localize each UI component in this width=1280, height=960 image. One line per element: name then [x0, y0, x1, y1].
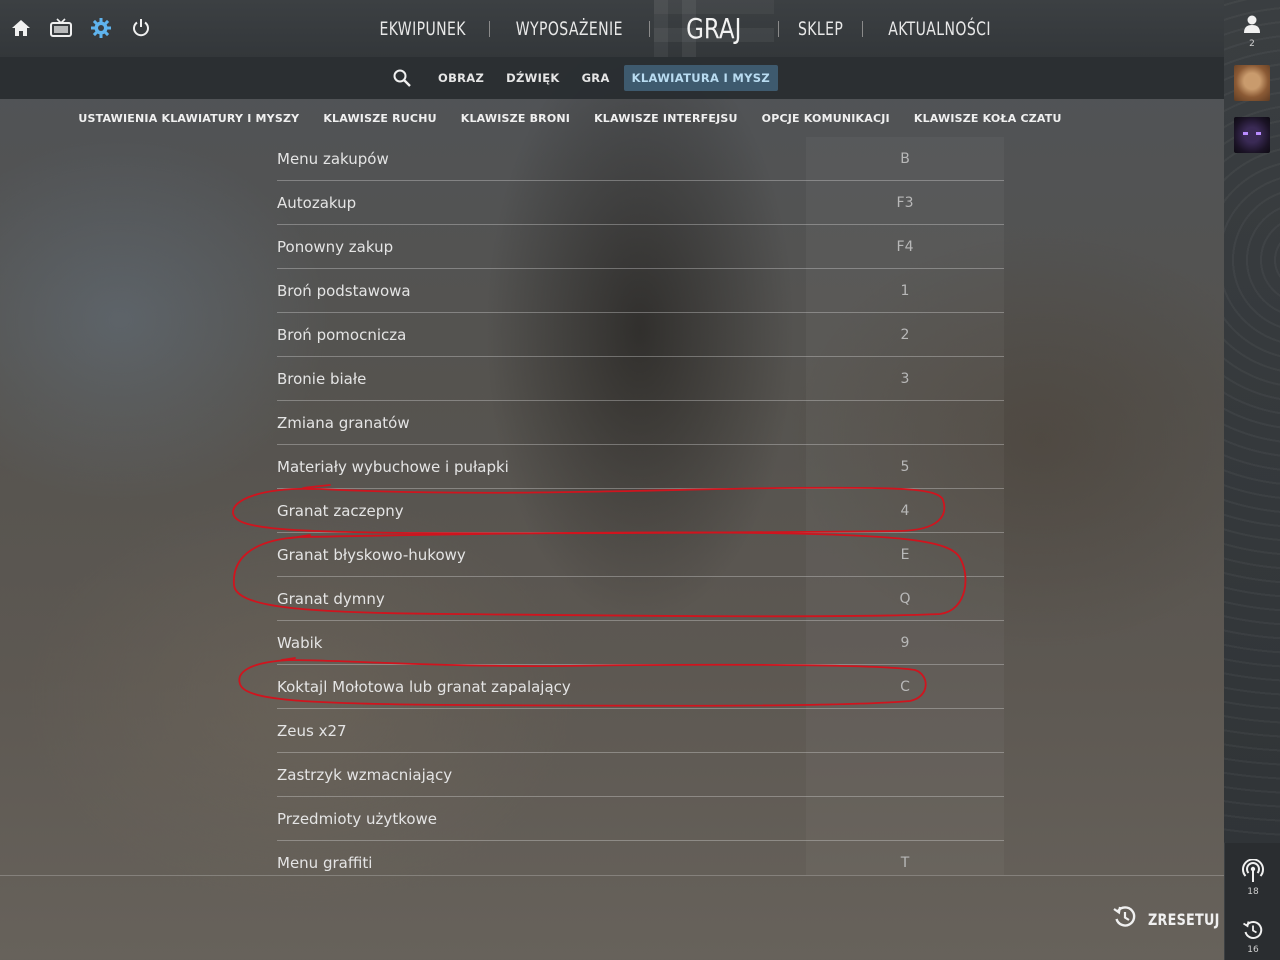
nav-separator — [489, 20, 491, 37]
binding-row: Bronie białe 3 — [277, 357, 1004, 401]
binding-label: Zmiana granatów — [277, 413, 410, 432]
category-movement-keys[interactable]: KLAWISZE RUCHU — [323, 112, 436, 125]
nav-store[interactable]: SKLEP — [790, 18, 852, 40]
person-icon — [1244, 15, 1260, 33]
left-icon-group — [10, 17, 152, 39]
binding-row: Zeus x27 — [277, 709, 1004, 753]
binding-category-bar: USTAWIENIA KLAWIATURY I MYSZY KLAWISZE R… — [0, 100, 1224, 136]
binding-key[interactable]: B — [806, 151, 1004, 167]
key-binding-list: Menu zakupów B Autozakup F3 Ponowny zakup F… — [277, 137, 1004, 884]
binding-label: Zeus x27 — [277, 721, 347, 740]
right-sidebar: 2 18 16 — [1224, 0, 1280, 960]
binding-row: Zmiana granatów — [277, 401, 1004, 445]
binding-key[interactable]: F4 — [806, 239, 1004, 255]
friends-button[interactable]: 2 — [1224, 14, 1280, 49]
footer-divider — [0, 875, 1224, 876]
nav-inventory[interactable]: EKWIPUNEK — [371, 18, 474, 40]
binding-key[interactable]: F3 — [806, 195, 1004, 211]
settings-tab-bar: OBRAZ DŹWIĘK GRA KLAWIATURA I MYSZ — [0, 57, 1224, 99]
binding-row: Granat zaczepny 4 — [277, 489, 1004, 533]
nav-play-label: GRAJ — [686, 12, 742, 45]
binding-label: Autozakup — [277, 193, 357, 212]
category-keyboard-mouse-settings[interactable]: USTAWIENIA KLAWIATURY I MYSZY — [78, 112, 299, 125]
binding-row: Granat błyskowo-hukowy E — [277, 533, 1004, 577]
tab-keyboard-mouse[interactable]: KLAWIATURA I MYSZ — [623, 65, 778, 91]
binding-row: Autozakup F3 — [277, 181, 1004, 225]
search-icon[interactable] — [390, 66, 414, 90]
binding-key[interactable]: 9 — [806, 635, 1004, 651]
binding-label: Menu graffiti — [277, 853, 373, 872]
binding-row: Broń podstawowa 1 — [277, 269, 1004, 313]
binding-row: Granat dymny Q — [277, 577, 1004, 621]
binding-label: Materiały wybuchowe i pułapki — [277, 457, 509, 476]
binding-label: Granat dymny — [277, 589, 385, 608]
history-icon — [1243, 921, 1263, 939]
binding-label: Broń podstawowa — [277, 281, 411, 300]
home-icon[interactable] — [10, 17, 32, 39]
friends-count: 2 — [1249, 39, 1255, 49]
binding-label: Przedmioty użytkowe — [277, 809, 438, 828]
binding-label: Menu zakupów — [277, 149, 389, 168]
binding-key[interactable]: 5 — [806, 459, 1004, 475]
binding-key[interactable]: E — [806, 547, 1004, 563]
nav-separator — [862, 20, 864, 37]
binding-label: Ponowny zakup — [277, 237, 394, 256]
tab-audio[interactable]: DŹWIĘK — [498, 65, 567, 91]
sidebar-bottom-panel: 18 16 — [1224, 843, 1280, 960]
binding-label: Broń pomocnicza — [277, 325, 407, 344]
tab-video[interactable]: OBRAZ — [430, 65, 492, 91]
tv-icon[interactable] — [50, 17, 72, 39]
history-count: 16 — [1247, 945, 1259, 955]
nav-loadout[interactable]: WYPOSAŻENIE — [508, 18, 632, 40]
binding-key[interactable]: C — [806, 679, 1004, 695]
reset-label: ZRESETUJ — [1148, 909, 1220, 929]
nav-separator — [778, 20, 780, 37]
main-navigation: EKWIPUNEK WYPOSAŻENIE GRAJ SKLEP AKTUALN… — [360, 0, 1012, 57]
binding-label: Bronie białe — [277, 369, 367, 388]
binding-label: Wabik — [277, 633, 323, 652]
binding-key[interactable]: 1 — [806, 283, 1004, 299]
tab-game[interactable]: GRA — [574, 65, 618, 91]
category-weapon-keys[interactable]: KLAWISZE BRONI — [461, 112, 570, 125]
binding-label: Granat błyskowo-hukowy — [277, 545, 466, 564]
binding-key[interactable]: T — [806, 855, 1004, 871]
power-icon[interactable] — [130, 17, 152, 39]
reset-button[interactable]: ZRESETUJ — [1112, 904, 1238, 934]
binding-key[interactable]: Q — [806, 591, 1004, 607]
binding-key[interactable]: 2 — [806, 327, 1004, 343]
broadcast-icon — [1242, 858, 1264, 882]
binding-row: Wabik 9 — [277, 621, 1004, 665]
nav-news[interactable]: AKTUALNOŚCI — [880, 18, 999, 40]
binding-key[interactable]: 4 — [806, 503, 1004, 519]
avatar[interactable] — [1234, 117, 1270, 153]
binding-row: Materiały wybuchowe i pułapki 5 — [277, 445, 1004, 489]
binding-row: Przedmioty użytkowe — [277, 797, 1004, 841]
binding-key[interactable]: 3 — [806, 371, 1004, 387]
binding-row: Koktajl Mołotowa lub granat zapalający C — [277, 665, 1004, 709]
binding-label: Granat zaczepny — [277, 501, 404, 520]
binding-label: Koktajl Mołotowa lub granat zapalający — [277, 677, 571, 696]
binding-row: Zastrzyk wzmacniający — [277, 753, 1004, 797]
binding-row: Broń pomocnicza 2 — [277, 313, 1004, 357]
top-navigation-bar: EKWIPUNEK WYPOSAŻENIE GRAJ SKLEP AKTUALN… — [0, 0, 1224, 57]
nav-play[interactable]: GRAJ — [654, 0, 775, 57]
binding-row: Menu graffiti T — [277, 841, 1004, 884]
binding-label: Zastrzyk wzmacniający — [277, 765, 453, 784]
category-ui-keys[interactable]: KLAWISZE INTERFEJSU — [594, 112, 738, 125]
broadcast-button[interactable]: 18 — [1225, 858, 1280, 897]
settings-gear-icon[interactable] — [90, 17, 112, 39]
category-communication[interactable]: OPCJE KOMUNIKACJI — [762, 112, 890, 125]
history-button[interactable]: 16 — [1225, 919, 1280, 955]
nav-separator — [649, 20, 651, 37]
binding-row: Ponowny zakup F4 — [277, 225, 1004, 269]
avatar[interactable] — [1234, 65, 1270, 101]
binding-row: Menu zakupów B — [277, 137, 1004, 181]
history-reset-icon — [1112, 904, 1138, 934]
broadcast-count: 18 — [1247, 887, 1259, 897]
category-chat-wheel[interactable]: KLAWISZE KOŁA CZATU — [914, 112, 1062, 125]
